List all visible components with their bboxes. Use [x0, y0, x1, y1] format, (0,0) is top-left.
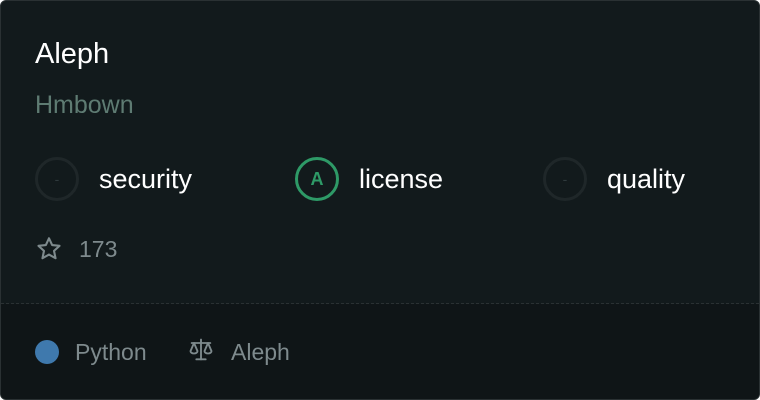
card-footer: Python Aleph — [1, 304, 759, 399]
repo-card[interactable]: Aleph Hmbown - security A license - qual… — [0, 0, 760, 400]
language-color-dot — [35, 340, 59, 364]
grade-quality: - quality — [543, 155, 685, 203]
grade-badge-license: A — [295, 157, 339, 201]
card-body: Aleph Hmbown - security A license - qual… — [1, 1, 759, 303]
stars: 173 — [35, 233, 117, 265]
language: Python — [35, 336, 147, 368]
grade-label-license: license — [359, 163, 444, 194]
grade-security: - security — [35, 155, 192, 203]
grade-label-quality: quality — [607, 163, 686, 194]
license-name: Aleph — [231, 338, 290, 365]
grade-label-security: security — [99, 163, 193, 194]
stars-count: 173 — [79, 235, 118, 262]
star-icon — [35, 235, 63, 263]
repo-name[interactable]: Aleph — [35, 36, 109, 72]
grade-badge-quality: - — [543, 157, 587, 201]
grade-badge-security: - — [35, 157, 79, 201]
grade-license: A license — [295, 155, 443, 203]
license: Aleph — [187, 336, 290, 368]
language-name: Python — [75, 338, 147, 365]
repo-owner[interactable]: Hmbown — [35, 89, 134, 121]
scale-icon — [187, 336, 215, 369]
